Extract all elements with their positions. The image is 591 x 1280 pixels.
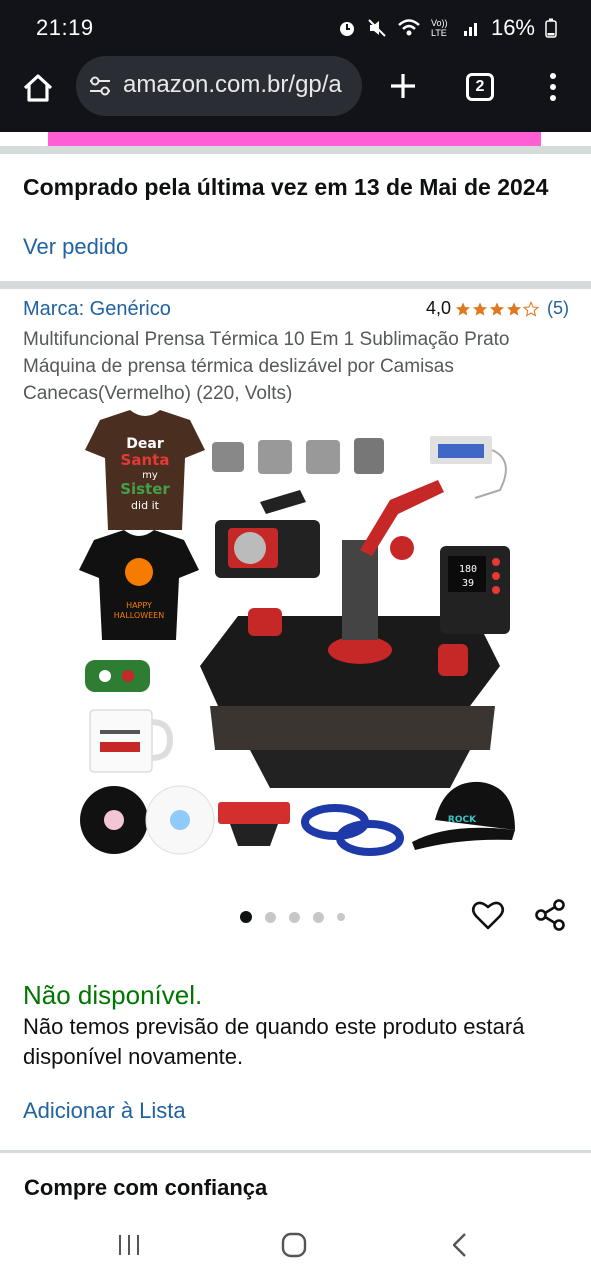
carousel-dot[interactable] [265, 911, 276, 923]
site-settings-icon[interactable] [88, 74, 112, 98]
address-bar[interactable]: amazon.com.br/gp/a [76, 56, 362, 116]
home-button-icon[interactable] [280, 1231, 308, 1259]
cap-text: ROCK [448, 815, 477, 825]
mask-image [85, 660, 150, 692]
shirt1-text5: did it [131, 499, 160, 512]
section-divider [0, 281, 591, 289]
wifi-icon [398, 19, 420, 36]
carousel-dot[interactable] [240, 911, 252, 923]
shirt2-text2: HALLOWEEN [114, 611, 164, 620]
battery-level: 16% [490, 15, 535, 40]
cap-press-attachment-image [218, 802, 290, 846]
rating-stars [455, 300, 539, 317]
browser-toolbar: amazon.com.br/gp/a 2 [0, 56, 591, 132]
tab-switcher-button[interactable]: 2 [466, 73, 494, 101]
back-icon[interactable] [448, 1231, 472, 1259]
volte-icon: Vo)) LTE [430, 18, 448, 38]
battery-icon [545, 18, 557, 38]
alarm-icon [339, 22, 354, 36]
star-full-icon [490, 301, 504, 316]
status-time: 21:19 [36, 15, 94, 40]
mug-press-image [215, 490, 320, 578]
rating-count[interactable]: (5) [547, 298, 569, 319]
star-empty-icon [523, 300, 539, 317]
rating-value: 4,0 [425, 298, 451, 318]
recent-apps-icon[interactable] [116, 1232, 142, 1258]
product-image[interactable]: Dear Santa my Sister did it HAPPY HALLOW… [70, 410, 520, 870]
shirt2-text1: HAPPY [126, 601, 152, 610]
mute-icon [368, 19, 386, 37]
display-temp-text: 180 [459, 564, 477, 575]
home-icon[interactable] [20, 70, 56, 106]
product-title[interactable]: Multifuncional Prensa Térmica 10 Em 1 Su… [23, 326, 573, 407]
view-order-link[interactable]: Ver pedido [23, 234, 128, 260]
status-bar: 21:19 Vo)) LTE 16% [0, 0, 591, 56]
shirt-santa-image: Dear Santa my Sister did it [85, 410, 205, 530]
availability-note: Não temos previsão de quando este produt… [23, 1014, 525, 1069]
mug-image [89, 709, 174, 773]
new-tab-icon[interactable] [386, 69, 420, 103]
more-options-icon[interactable] [543, 71, 563, 103]
section-divider [0, 146, 591, 154]
control-panel-image: 180 39 [440, 546, 510, 634]
display-time-text: 39 [462, 578, 474, 589]
star-full-icon [507, 301, 521, 316]
purchase-history-notice: Comprado pela última vez em 13 de Mai de… [23, 174, 549, 200]
url-text[interactable]: amazon.com.br/gp/a [123, 71, 353, 99]
promo-banner[interactable] [48, 132, 541, 146]
baseball-cap-image: ROCK [412, 781, 515, 850]
plate-bird-image [170, 810, 190, 830]
availability-status: Não disponível. [23, 980, 203, 1010]
carousel-dot[interactable] [289, 911, 300, 923]
rating-summary[interactable]: 4,0 (5) [426, 298, 569, 319]
heart-icon[interactable] [470, 897, 506, 933]
shirt1-text4: Sister [120, 480, 170, 498]
share-icon[interactable] [532, 897, 568, 933]
brand-link[interactable]: Marca: Genérico [23, 298, 171, 321]
system-navigation-bar [0, 1212, 591, 1280]
plate-flower-image [104, 810, 124, 830]
shirt-halloween-image: HAPPY HALLOWEEN [79, 530, 199, 640]
section-heading: Compre com confiança [24, 1175, 268, 1200]
mug-press-heads-image [212, 438, 384, 474]
image-carousel-dots[interactable] [240, 911, 345, 923]
carousel-dot[interactable] [337, 913, 345, 921]
shirt1-text1: Dear [126, 436, 164, 452]
add-to-list-link[interactable]: Adicionar à Lista [23, 1098, 186, 1124]
status-icons: Vo)) LTE 16% [337, 15, 557, 41]
carousel-dot[interactable] [313, 911, 324, 923]
section-divider [0, 1150, 591, 1153]
star-full-icon [456, 301, 470, 316]
signal-icon [463, 23, 477, 36]
shirt1-text2: Santa [121, 451, 170, 469]
star-full-icon [473, 301, 487, 316]
